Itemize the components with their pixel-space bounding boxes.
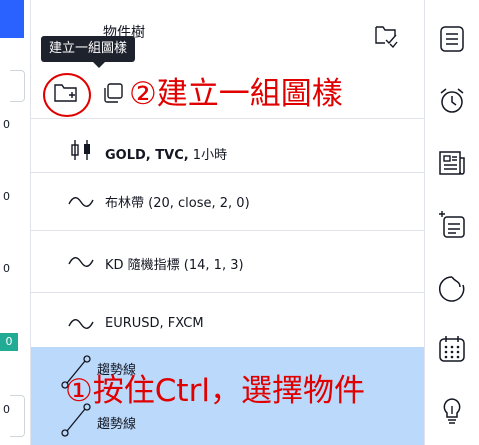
calendar-icon[interactable]	[437, 334, 467, 364]
trendline-label: 趨勢線	[97, 417, 137, 432]
object-row-indicator[interactable]: KD 隨機指標 (14, 1, 3)	[31, 234, 424, 290]
price-tick: 0	[3, 403, 10, 416]
divider	[31, 230, 424, 231]
price-badge: 0	[0, 333, 18, 351]
wave-icon	[68, 197, 94, 207]
price-tick: 0	[3, 190, 10, 203]
tooltip-create-group: 建立一組圖樣	[41, 36, 136, 68]
chart-price-scale: 0 0 0 0 0	[0, 0, 31, 445]
wave-icon	[68, 257, 94, 267]
divider	[31, 292, 424, 293]
object-row-indicator[interactable]: 布林帶 (20, close, 2, 0)	[31, 172, 424, 228]
scale-bracket	[10, 70, 25, 102]
clone-button[interactable]	[101, 82, 125, 104]
wave-icon	[68, 319, 94, 329]
object-tree-panel: 物件樹 建立一組圖樣 ②建立一組圖樣 GOLD, TVC, 1小時 布林帶 (2…	[31, 0, 424, 445]
divider	[31, 118, 424, 119]
news-icon[interactable]	[437, 148, 467, 178]
price-tick: 0	[3, 262, 10, 275]
alarm-clock-icon[interactable]	[437, 86, 467, 116]
object-label: KD 隨機指標 (14, 1, 3)	[105, 258, 244, 273]
object-label: GOLD, TVC, 1小時	[105, 148, 228, 163]
scale-bracket	[10, 395, 25, 437]
manage-objects-icon[interactable]	[373, 24, 399, 48]
hotlist-icon[interactable]	[437, 274, 467, 304]
object-row-symbol[interactable]: EURUSD, FXCM	[31, 296, 424, 352]
annotation-step-1: ①按住Ctrl，選擇物件	[65, 373, 365, 409]
candlestick-icon	[71, 140, 90, 160]
price-label-blue	[0, 0, 24, 38]
right-toolbar	[424, 0, 479, 445]
price-tick: 0	[3, 118, 10, 131]
calendar-add-icon[interactable]	[437, 210, 467, 240]
lightbulb-icon[interactable]	[437, 396, 467, 426]
create-group-button[interactable]	[53, 82, 79, 104]
object-label: EURUSD, FXCM	[105, 316, 204, 331]
annotation-step-2: ②建立一組圖樣	[129, 76, 343, 112]
object-label: 布林帶 (20, close, 2, 0)	[105, 196, 250, 211]
watchlist-icon[interactable]	[437, 24, 467, 54]
